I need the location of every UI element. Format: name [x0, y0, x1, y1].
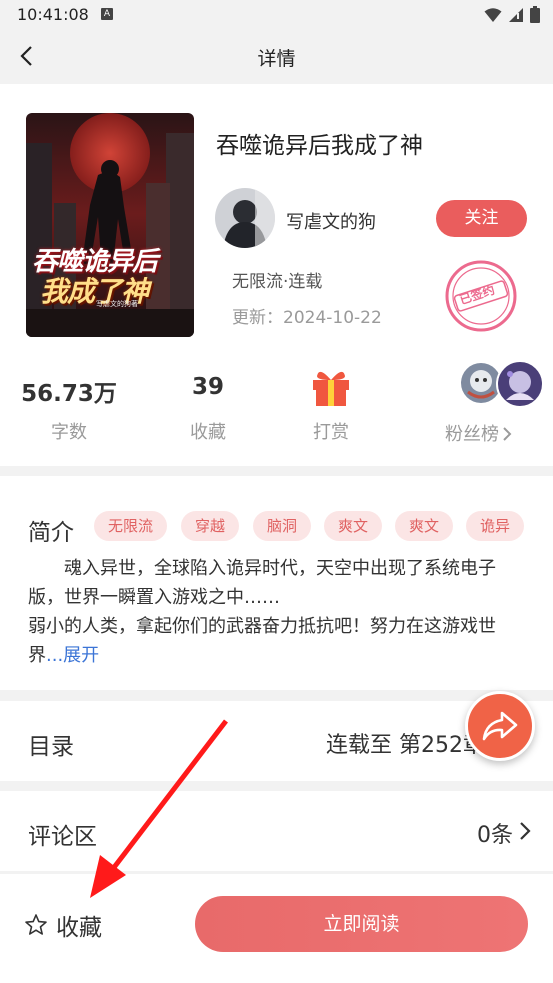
intro-text: 魂入异世，全球陷入诡异时代，天空中出现了系统电子版，世界一瞬置入游戏之中…… 弱… [28, 554, 528, 670]
catalog-label: 目录 [28, 734, 74, 760]
favorite-label: 收藏 [56, 915, 102, 941]
tag-chip[interactable]: 穿越 [181, 511, 239, 541]
chevron-right-icon [520, 822, 531, 840]
book-title: 吞噬诡异后我成了神 [216, 133, 423, 159]
gift-icon [276, 371, 386, 406]
fan-avatar-2 [496, 360, 544, 408]
notification-a-icon: A [101, 8, 113, 20]
tag-chip[interactable]: 爽文 [324, 511, 382, 541]
favorite-button[interactable]: 收藏 [24, 908, 102, 942]
favorites-label: 收藏 [190, 422, 226, 443]
reward-button[interactable]: 打赏 [276, 371, 386, 444]
chevron-right-icon [503, 427, 512, 441]
intro-title: 简介 [28, 520, 74, 546]
intro-card: 简介 无限流 穿越 脑洞 爽文 爽文 诡异 魂入异世，全球陷入诡异时代，天空中出… [0, 476, 553, 690]
expand-link[interactable]: ...展开 [46, 645, 99, 666]
fans-label: 粉丝榜 [445, 420, 512, 446]
word-count-stat: 56.73万 字数 [14, 374, 124, 444]
genre-status: 无限流·连载 [232, 272, 323, 292]
tag-chip[interactable]: 诡异 [466, 511, 524, 541]
top-nav-bar: 详情 [0, 30, 553, 82]
intro-paragraph-2: 弱小的人类，拿起你们的武器奋力抵抗吧！努力在这游戏世界...展开 [28, 616, 496, 666]
follow-button[interactable]: 关注 [436, 200, 527, 237]
status-time: 10:41:08 [17, 5, 89, 24]
word-count-label: 字数 [51, 422, 87, 443]
status-bar: 10:41:08 A [0, 0, 553, 30]
comments-count: 0条 [477, 823, 513, 848]
read-now-button[interactable]: 立即阅读 [195, 896, 528, 952]
favorites-value: 39 [191, 374, 224, 400]
comments-label: 评论区 [28, 824, 97, 850]
tag-chip[interactable]: 爽文 [395, 511, 453, 541]
author-avatar[interactable] [215, 188, 275, 248]
catalog-value: 连载至 第252章 [326, 733, 485, 758]
word-count-value: 56.73万 [21, 381, 117, 407]
cover-author-small: 写虐文的狗著 [96, 300, 138, 308]
share-fab-button[interactable] [465, 691, 535, 761]
wifi-icon [484, 7, 502, 22]
battery-icon [530, 6, 540, 23]
system-icons [484, 6, 540, 23]
signal-icon [509, 7, 523, 22]
tag-chip[interactable]: 无限流 [94, 511, 167, 541]
tag-chip[interactable]: 脑洞 [253, 511, 311, 541]
star-outline-icon [25, 914, 47, 935]
intro-paragraph-1: 魂入异世，全球陷入诡异时代，天空中出现了系统电子版，世界一瞬置入游戏之中…… [28, 558, 496, 608]
signed-stamp-icon: 已签约 [445, 260, 517, 332]
favorites-stat: 39 收藏 [153, 374, 263, 444]
comments-row[interactable]: 评论区 0条 [0, 791, 553, 871]
book-info-card: 吞噬诡异后 我成了神 写虐文的狗著 吞噬诡异后我成了神 写虐文的狗 关注 无限流… [0, 84, 553, 466]
reward-label: 打赏 [313, 422, 349, 443]
page-title: 详情 [257, 48, 296, 70]
fans-leaderboard[interactable]: 粉丝榜 [440, 360, 550, 445]
author-name[interactable]: 写虐文的狗 [286, 208, 376, 234]
bottom-action-bar: 收藏 立即阅读 [0, 874, 553, 983]
share-arrow-icon [482, 711, 518, 741]
update-date: 更新：2024-10-22 [232, 308, 382, 328]
book-cover-image[interactable]: 吞噬诡异后 我成了神 写虐文的狗著 [26, 113, 194, 337]
